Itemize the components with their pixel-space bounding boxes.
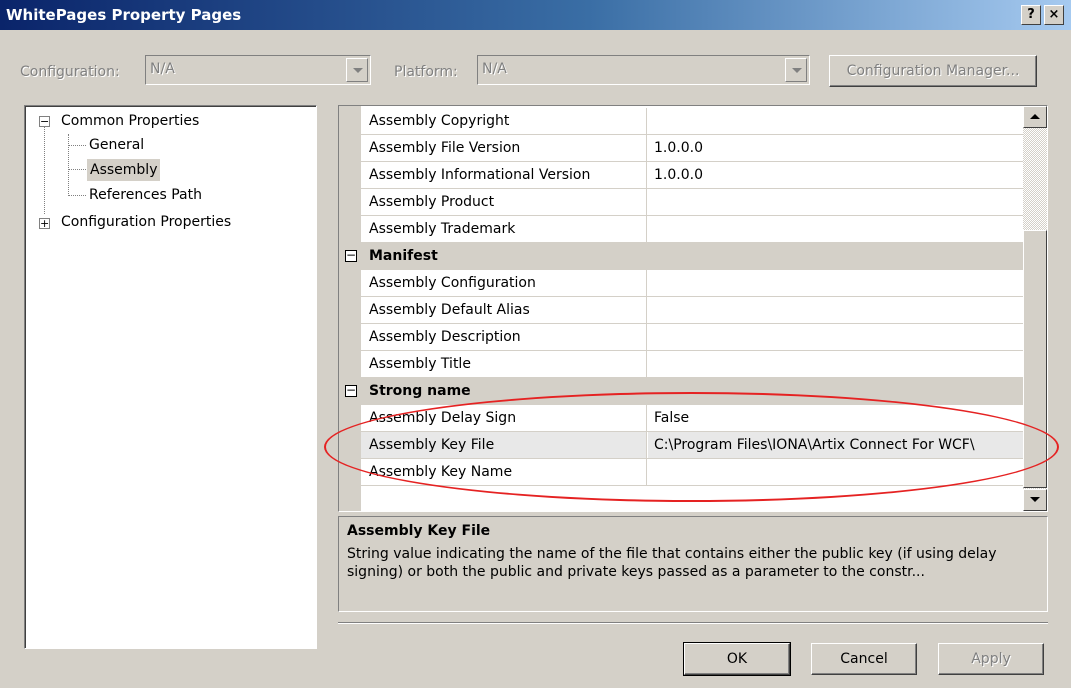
- collapse-icon[interactable]: −: [39, 116, 50, 127]
- property-row[interactable]: Assembly Product: [361, 189, 1024, 216]
- chevron-down-icon[interactable]: [346, 58, 368, 82]
- property-name: Assembly Delay Sign: [361, 405, 647, 431]
- property-name: Assembly Default Alias: [361, 297, 647, 323]
- property-name: Assembly Key Name: [361, 459, 647, 485]
- description-text: String value indicating the name of the …: [347, 546, 997, 580]
- tree-connector: [68, 195, 86, 196]
- collapse-icon[interactable]: −: [345, 249, 357, 262]
- category-manifest[interactable]: − Manifest: [339, 243, 1024, 270]
- property-row-selected[interactable]: Assembly Key File C:\Program Files\IONA\…: [361, 432, 1024, 459]
- scroll-down-icon[interactable]: [1023, 489, 1047, 511]
- property-row[interactable]: Assembly File Version 1.0.0.0: [361, 135, 1024, 162]
- property-value[interactable]: [648, 459, 1024, 485]
- title-bar: WhitePages Property Pages: [0, 0, 1071, 30]
- tree-connector: [68, 169, 86, 170]
- property-name: Assembly Informational Version: [361, 162, 647, 188]
- collapse-icon[interactable]: −: [345, 384, 357, 397]
- vertical-scrollbar[interactable]: [1023, 106, 1047, 511]
- tree-item-references-path[interactable]: References Path: [89, 184, 202, 206]
- chevron-down-icon[interactable]: [785, 58, 807, 82]
- property-row[interactable]: Assembly Description: [361, 324, 1024, 351]
- property-value[interactable]: [648, 270, 1024, 296]
- property-value[interactable]: 1.0.0.0: [648, 162, 1024, 188]
- property-row[interactable]: Assembly Copyright: [361, 108, 1024, 135]
- platform-value: N/A: [482, 61, 507, 77]
- tree-item-common-properties[interactable]: Common Properties: [61, 110, 199, 132]
- configuration-label: Configuration:: [20, 64, 120, 80]
- property-row[interactable]: Assembly Key Name: [361, 459, 1024, 486]
- category-strong-name[interactable]: − Strong name: [339, 378, 1024, 405]
- property-row[interactable]: Assembly Default Alias: [361, 297, 1024, 324]
- cancel-button[interactable]: Cancel: [811, 643, 917, 675]
- tree-item-general[interactable]: General: [89, 134, 144, 156]
- ok-button[interactable]: OK: [683, 642, 791, 676]
- property-name: Assembly Description: [361, 324, 647, 350]
- property-name: Assembly Configuration: [361, 270, 647, 296]
- property-value[interactable]: 1.0.0.0: [648, 135, 1024, 161]
- scroll-thumb[interactable]: [1023, 230, 1047, 488]
- description-title: Assembly Key File: [347, 523, 491, 539]
- property-value[interactable]: False: [648, 405, 1024, 431]
- platform-label: Platform:: [394, 64, 458, 80]
- property-name: Assembly Product: [361, 189, 647, 215]
- property-name: Assembly File Version: [361, 135, 647, 161]
- property-value[interactable]: [648, 216, 1024, 242]
- apply-button[interactable]: Apply: [938, 643, 1044, 675]
- property-row[interactable]: Assembly Trademark: [361, 216, 1024, 243]
- configuration-value: N/A: [150, 61, 175, 77]
- property-grid: Assembly Copyright Assembly File Version…: [338, 105, 1048, 512]
- property-value[interactable]: C:\Program Files\IONA\Artix Connect For …: [648, 432, 1024, 458]
- category-title: Strong name: [369, 383, 471, 399]
- configuration-combo[interactable]: N/A: [145, 55, 371, 85]
- property-name: Assembly Trademark: [361, 216, 647, 242]
- expand-icon[interactable]: +: [39, 218, 50, 229]
- property-name: Assembly Title: [361, 351, 647, 377]
- property-value[interactable]: [648, 297, 1024, 323]
- tree-item-configuration-properties[interactable]: Configuration Properties: [61, 211, 231, 233]
- property-value[interactable]: [648, 324, 1024, 350]
- description-panel: Assembly Key File String value indicatin…: [338, 516, 1048, 612]
- tree-connector: [68, 134, 69, 196]
- help-button[interactable]: ?: [1021, 5, 1041, 25]
- category-tree: − Common Properties General Assembly Ref…: [24, 105, 317, 649]
- property-row[interactable]: Assembly Informational Version 1.0.0.0: [361, 162, 1024, 189]
- tree-item-assembly[interactable]: Assembly: [87, 159, 161, 181]
- tree-connector: [44, 122, 45, 214]
- window-title: WhitePages Property Pages: [6, 6, 242, 24]
- category-title: Manifest: [369, 248, 438, 264]
- configuration-manager-button[interactable]: Configuration Manager...: [829, 55, 1037, 87]
- property-value[interactable]: [648, 351, 1024, 377]
- tree-connector: [68, 145, 86, 146]
- property-row[interactable]: Assembly Title: [361, 351, 1024, 378]
- divider: [338, 622, 1048, 624]
- property-value[interactable]: [648, 108, 1024, 134]
- property-row[interactable]: Assembly Delay Sign False: [361, 405, 1024, 432]
- close-button[interactable]: ×: [1044, 5, 1064, 25]
- platform-combo[interactable]: N/A: [477, 55, 810, 85]
- scroll-up-icon[interactable]: [1023, 106, 1047, 128]
- property-name: Assembly Copyright: [361, 108, 647, 134]
- grid-gutter: [339, 106, 361, 511]
- property-row[interactable]: Assembly Configuration: [361, 270, 1024, 297]
- property-value[interactable]: [648, 189, 1024, 215]
- property-name: Assembly Key File: [361, 432, 647, 458]
